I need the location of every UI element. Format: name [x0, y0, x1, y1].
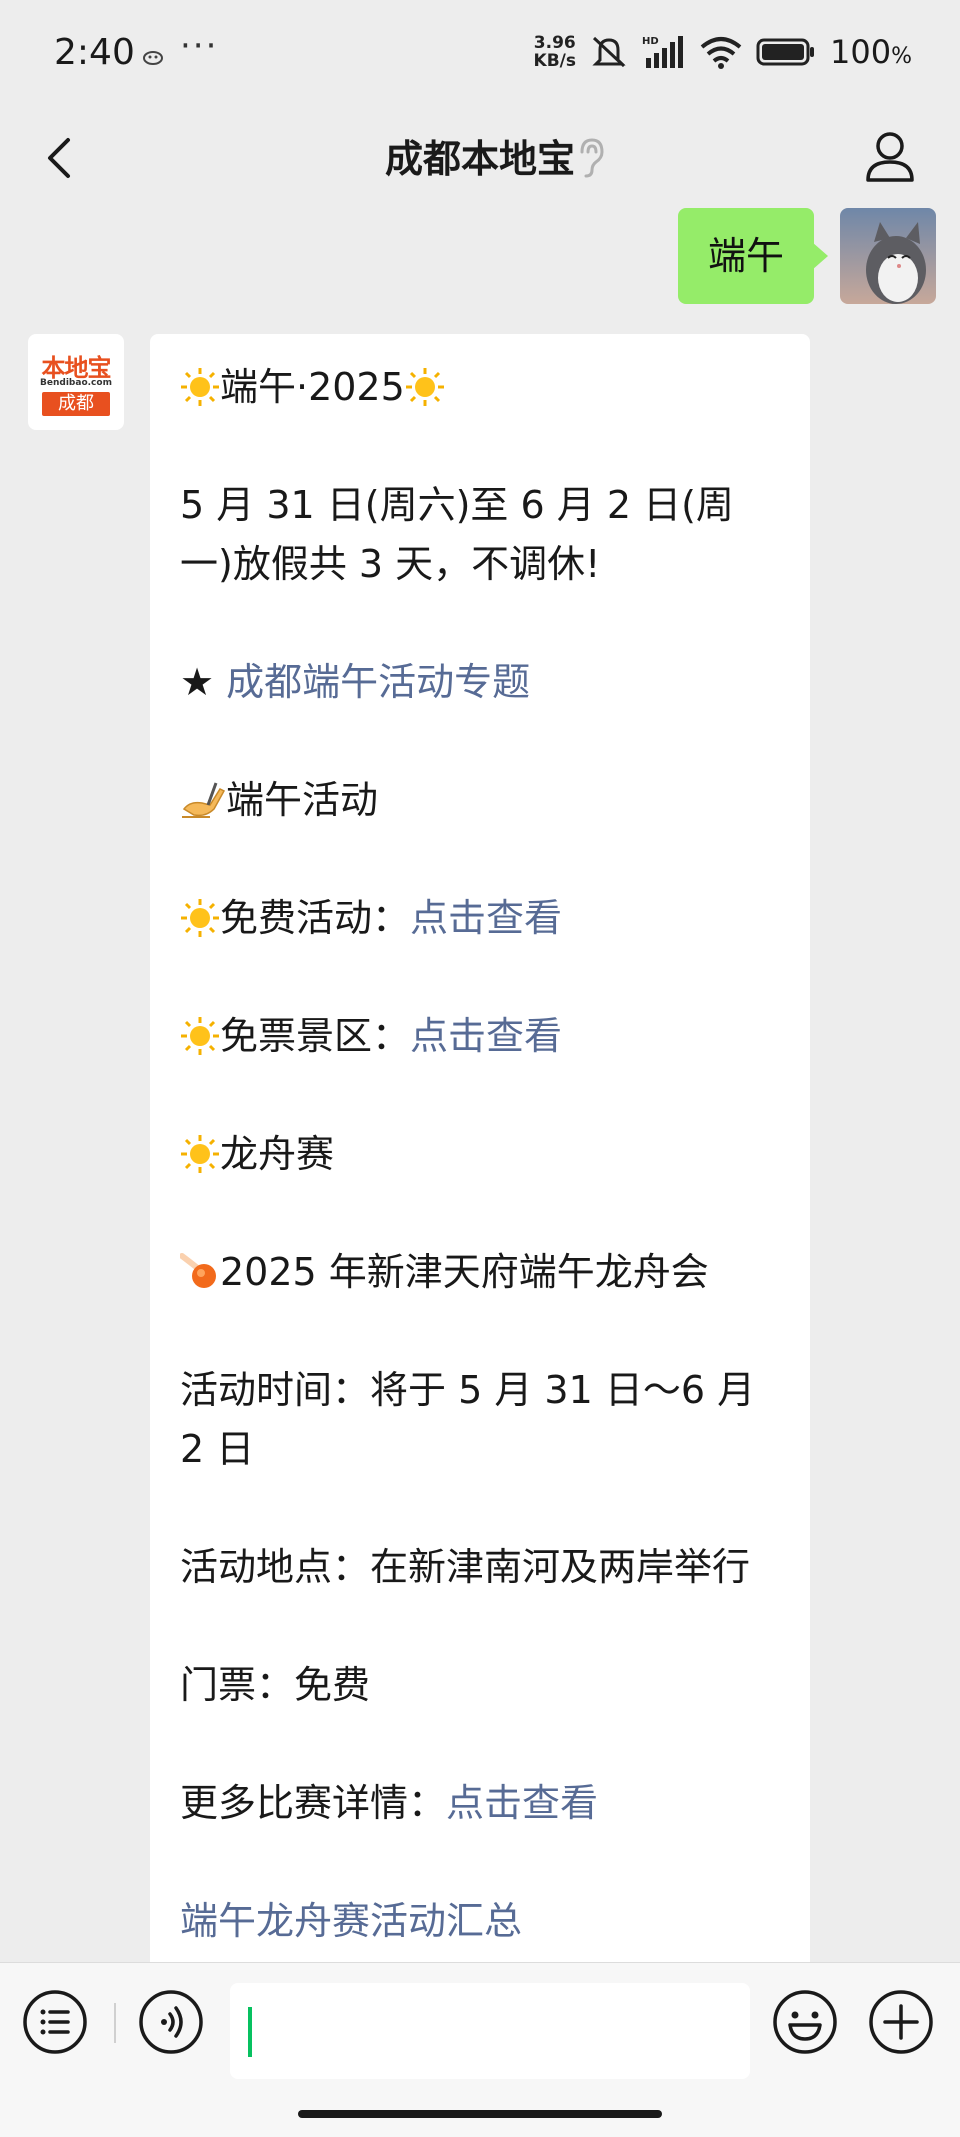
- activities-heading-line: 端午活动: [180, 771, 780, 830]
- emoji-icon[interactable]: [772, 1989, 838, 2055]
- free-scenic-link[interactable]: 点击查看: [410, 1014, 562, 1058]
- chat-header: 成都本地宝: [0, 110, 960, 206]
- my-avatar[interactable]: [840, 208, 936, 304]
- wifi-icon: [700, 37, 742, 69]
- my-message-row: 端午: [677, 208, 936, 304]
- message-input[interactable]: [230, 1983, 750, 2079]
- mute-icon: [592, 36, 626, 68]
- more-details-link[interactable]: 点击查看: [446, 1781, 598, 1825]
- event-time: 活动时间：将于 5 月 31 日～6 月 2 日: [180, 1368, 756, 1471]
- more-status-icon: ···: [180, 26, 219, 66]
- chat-area[interactable]: 端午 本地宝 Bendibao.com 成都 端午·2025 5 月 31 日(…: [0, 206, 960, 1962]
- battery-icon: [756, 38, 815, 66]
- add-more-icon[interactable]: [868, 1989, 934, 2055]
- summary-link[interactable]: 端午龙舟赛活动汇总: [180, 1899, 522, 1943]
- more-details-line: 更多比赛详情：点击查看: [180, 1774, 780, 1833]
- holiday-schedule: 5 月 31 日(周六)至 6 月 2 日(周一)放假共 3 天，不调休!: [180, 483, 734, 586]
- received-message-bubble[interactable]: 端午·2025 5 月 31 日(周六)至 6 月 2 日(周一)放假共 3 天…: [150, 334, 810, 1962]
- sender-avatar-logo[interactable]: 本地宝 Bendibao.com 成都: [28, 334, 124, 430]
- event-place: 活动地点：在新津南河及两岸举行: [180, 1545, 751, 1589]
- status-right-group: 3.96 KB/s HD 100%: [534, 30, 912, 74]
- event-title-line: 2025 年新津天府端午龙舟会: [180, 1243, 780, 1302]
- free-activities-line: 免费活动：点击查看: [180, 889, 780, 948]
- sun-icon: [181, 899, 219, 937]
- comet-icon: [180, 1253, 216, 1288]
- notification-icon: [143, 51, 163, 65]
- free-scenic-label: 免票景区：: [220, 1014, 411, 1058]
- activities-heading: 端午活动: [226, 778, 379, 822]
- writing-hand-icon: [182, 782, 226, 818]
- summary-line: 端午龙舟赛活动汇总: [180, 1892, 780, 1951]
- toolbar-divider: [114, 2003, 116, 2043]
- sun-icon: [181, 368, 219, 406]
- svg-text:HD: HD: [642, 36, 659, 47]
- status-bar: 2:40 ··· 3.96 KB/s HD 100%: [0, 0, 960, 110]
- ear-icon: [580, 138, 604, 178]
- status-time: 2:40: [54, 32, 135, 73]
- sun-icon: [405, 368, 444, 406]
- cat-avatar-image: [840, 208, 936, 304]
- dragon-boat-heading: 龙舟赛: [220, 1132, 335, 1176]
- contact-profile-icon[interactable]: [860, 126, 920, 186]
- sun-icon: [181, 1135, 219, 1173]
- event-ticket: 门票：免费: [180, 1663, 371, 1707]
- text-cursor: [248, 2007, 252, 2057]
- message-title-line: 端午·2025: [180, 358, 780, 417]
- event-title: 2025 年新津天府端午龙舟会: [220, 1250, 709, 1294]
- voice-input-icon[interactable]: [138, 1989, 204, 2055]
- home-indicator[interactable]: [298, 2110, 662, 2118]
- chat-title: 成都本地宝: [384, 137, 575, 181]
- dragon-boat-heading-line: 龙舟赛: [180, 1125, 780, 1184]
- menu-list-icon[interactable]: [22, 1989, 88, 2055]
- free-scenic-line: 免票景区：点击查看: [180, 1007, 780, 1066]
- sun-icon: [181, 1017, 219, 1055]
- network-speed: 3.96 KB/s: [533, 33, 577, 71]
- battery-percent: 100%: [830, 33, 912, 71]
- more-details-label: 更多比赛详情：: [180, 1781, 447, 1825]
- topic-link[interactable]: 成都端午活动专题: [226, 660, 530, 704]
- logo-city: 成都: [42, 392, 110, 416]
- message-title: 端午·2025: [220, 365, 405, 409]
- cellular-signal-icon: HD: [642, 36, 684, 68]
- logo-domain: Bendibao.com: [40, 378, 112, 388]
- free-activities-label: 免费活动：: [220, 896, 411, 940]
- star-icon: ★: [180, 660, 227, 704]
- topic-line: ★ 成都端午活动专题: [180, 653, 780, 712]
- my-message-bubble[interactable]: 端午: [677, 208, 829, 304]
- free-activities-link[interactable]: 点击查看: [410, 896, 562, 940]
- received-message-row: 本地宝 Bendibao.com 成都 端午·2025 5 月 31 日(周六)…: [28, 334, 810, 1962]
